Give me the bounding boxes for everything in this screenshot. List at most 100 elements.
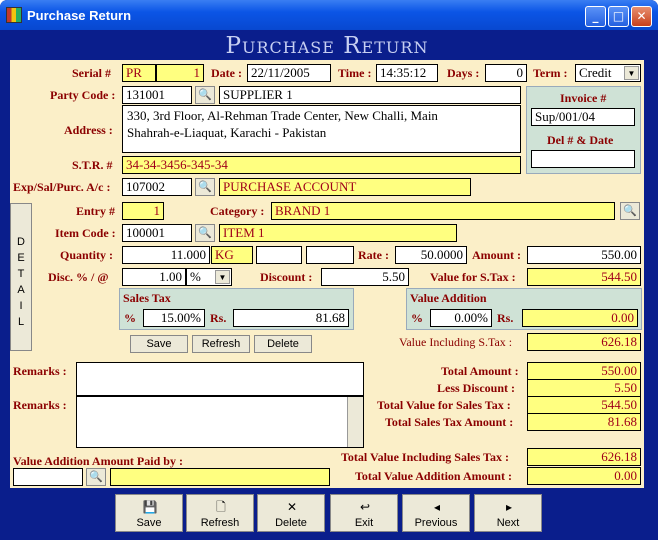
party-search-button[interactable]: 🔍 [195, 86, 215, 104]
value-addition-title: Value Addition [410, 291, 487, 305]
time-field[interactable]: 14:35:12 [376, 64, 438, 82]
address-line-1: 330, 3rd Floor, Al-Rehman Trade Center, … [127, 108, 438, 123]
account-code-field[interactable]: 107002 [122, 178, 192, 196]
party-code-label: Party Code : [50, 88, 116, 102]
date-label: Date : [211, 66, 242, 80]
va-paid-code-field[interactable] [13, 468, 83, 486]
form-banner: Purchase Return [10, 32, 644, 60]
serial-prefix-field[interactable]: PR [122, 64, 156, 82]
extra-field-2[interactable] [306, 246, 354, 264]
st-pct-field[interactable]: 15.00% [143, 309, 205, 327]
amount-label: Amount : [472, 248, 522, 262]
delete-button[interactable]: ✕ Delete [257, 494, 325, 532]
total-sales-tax-label: Total Sales Tax Amount : [385, 415, 514, 429]
str-field[interactable]: 34-34-3456-345-34 [122, 156, 521, 174]
entry-field[interactable]: 1 [122, 202, 164, 220]
less-discount-label: Less Discount : [437, 381, 516, 395]
entry-label: Entry # [76, 204, 115, 218]
detail-save-button[interactable]: Save [130, 335, 188, 353]
del-date-field[interactable] [531, 150, 635, 168]
time-label: Time : [338, 66, 372, 80]
close-button[interactable]: ✕ [631, 6, 652, 27]
refresh-label: Refresh [200, 517, 240, 529]
va-pct-field[interactable]: 0.00% [430, 309, 492, 327]
refresh-button[interactable]: 🗋 Refresh [186, 494, 254, 532]
floppy-icon: 💾 [142, 500, 158, 514]
remarks-label-2: Remarks : [13, 398, 67, 412]
left-arrow-icon: ◂ [433, 500, 441, 514]
address-field[interactable]: 330, 3rd Floor, Al-Rehman Trade Center, … [122, 105, 521, 153]
item-code-field[interactable]: 100001 [122, 224, 192, 242]
amount-field[interactable]: 550.00 [527, 246, 641, 264]
st-rs-field[interactable]: 81.68 [233, 309, 349, 327]
quantity-label: Quantity : [60, 248, 114, 262]
total-value-incl-field[interactable]: 626.18 [527, 448, 641, 466]
remarks-scrollbar[interactable] [347, 397, 363, 447]
category-field[interactable]: BRAND 1 [271, 202, 615, 220]
invoice-field[interactable]: Sup/001/04 [531, 108, 635, 126]
account-name-field[interactable]: PURCHASE ACCOUNT [219, 178, 471, 196]
serial-number-field[interactable]: 1 [156, 64, 204, 82]
value-incl-stax-label: Value Including S.Tax : [399, 335, 513, 349]
disc-type-select[interactable]: % ▼ [186, 268, 232, 286]
party-code-field[interactable]: 131001 [122, 86, 192, 104]
rate-field[interactable]: 50.0000 [395, 246, 467, 264]
term-select[interactable]: Credit ▼ [575, 64, 641, 82]
invoice-label: Invoice # [560, 91, 607, 105]
exit-button[interactable]: ↩ Exit [330, 494, 398, 532]
less-discount-field[interactable]: 5.50 [527, 379, 641, 397]
chevron-down-icon[interactable]: ▼ [215, 270, 230, 284]
total-amount-label: Total Amount : [441, 364, 519, 378]
total-amount-field[interactable]: 550.00 [527, 362, 641, 380]
va-paid-name-field[interactable] [110, 468, 330, 486]
remarks-field-1[interactable] [76, 362, 364, 396]
account-label: Exp/Sal/Purc. A/c : [13, 180, 111, 194]
st-pct-label: % [124, 311, 136, 325]
maximize-button[interactable]: □ [608, 6, 629, 27]
remarks-field-2[interactable] [76, 396, 364, 448]
va-paid-search-button[interactable]: 🔍 [86, 468, 106, 486]
va-pct-label: % [411, 311, 423, 325]
discount-label: Discount : [260, 270, 313, 284]
party-name-field[interactable]: SUPPLIER 1 [219, 86, 521, 104]
total-value-sales-tax-label: Total Value for Sales Tax : [377, 398, 511, 412]
total-value-addition-label: Total Value Addition Amount : [355, 469, 512, 483]
value-for-stax-field[interactable]: 544.50 [527, 268, 641, 286]
search-icon: 🔍 [198, 181, 212, 193]
detail-refresh-button[interactable]: Refresh [192, 335, 250, 353]
unit-field[interactable]: KG [211, 246, 253, 264]
total-value-sales-tax-field[interactable]: 544.50 [527, 396, 641, 414]
account-search-button[interactable]: 🔍 [195, 178, 215, 196]
quantity-field[interactable]: 11.000 [122, 246, 210, 264]
days-label: Days : [447, 66, 480, 80]
detail-tab[interactable]: DETAIL [10, 203, 32, 351]
chevron-down-icon[interactable]: ▼ [624, 66, 639, 80]
previous-button[interactable]: ◂ Previous [402, 494, 470, 532]
category-search-button[interactable]: 🔍 [620, 202, 640, 220]
item-code-label: Item Code : [55, 226, 116, 240]
detail-delete-button[interactable]: Delete [254, 335, 312, 353]
total-value-addition-field[interactable]: 0.00 [527, 467, 641, 485]
va-rs-field[interactable]: 0.00 [522, 309, 638, 327]
document-icon: 🗋 [216, 500, 226, 514]
save-button[interactable]: 💾 Save [115, 494, 183, 532]
item-search-button[interactable]: 🔍 [195, 224, 215, 242]
extra-field-1[interactable] [256, 246, 302, 264]
serial-label: Serial # [72, 66, 111, 80]
disc-type-value: % [190, 269, 201, 284]
value-for-stax-label: Value for S.Tax : [430, 270, 516, 284]
total-sales-tax-field[interactable]: 81.68 [527, 413, 641, 431]
rate-label: Rate : [358, 248, 389, 262]
disc-field[interactable]: 1.00 [122, 268, 186, 286]
minimize-button[interactable]: _ [585, 6, 606, 27]
next-button[interactable]: ▸ Next [474, 494, 542, 532]
days-field[interactable]: 0 [485, 64, 527, 82]
item-name-field[interactable]: ITEM 1 [219, 224, 457, 242]
bottom-toolbar [10, 488, 644, 533]
window: Purchase Return _ □ ✕ Purchase Return Se… [0, 0, 658, 540]
value-incl-stax-field[interactable]: 626.18 [527, 333, 641, 351]
search-icon: 🔍 [198, 227, 212, 239]
date-field[interactable]: 22/11/2005 [247, 64, 331, 82]
discount-field[interactable]: 5.50 [321, 268, 409, 286]
search-icon: 🔍 [89, 471, 103, 483]
